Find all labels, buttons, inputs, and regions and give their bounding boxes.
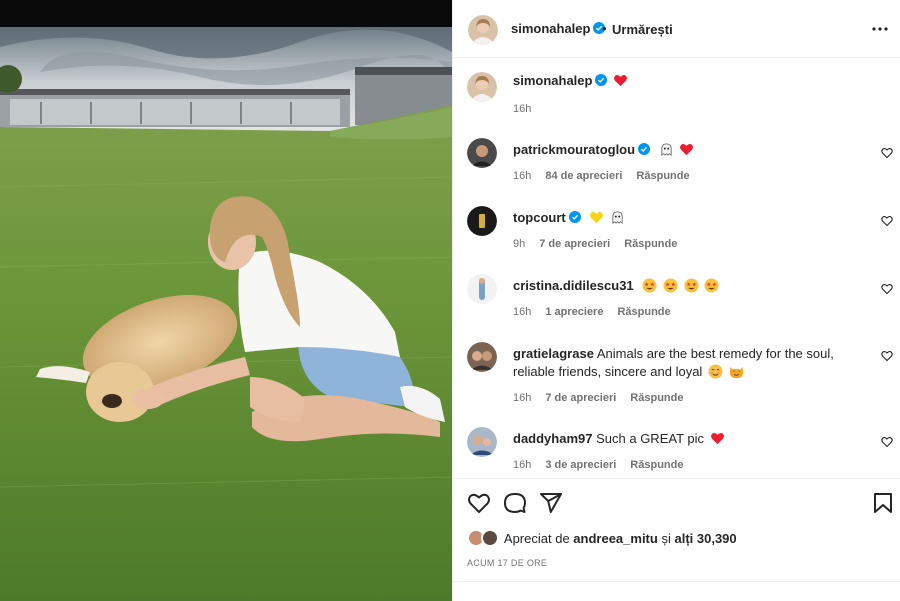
separator-dot: • [602,21,607,36]
comments-panel: simonahalep • Urmărești simonahalep 16h [452,0,900,601]
smiling-face-emoji-icon [708,364,723,379]
comment-item: gratielagrase Animals are the best remed… [453,342,900,410]
reply-button[interactable]: Răspunde [617,306,670,318]
comment-likes[interactable]: 84 de aprecieri [545,170,622,182]
comment-username[interactable]: daddyham97 [513,431,592,446]
reply-button[interactable]: Răspunde [624,238,677,250]
share-icon[interactable] [539,491,563,515]
comment-line: patrickmouratoglou [513,141,873,159]
commenter-avatar[interactable] [467,342,497,372]
comment-username[interactable]: patrickmouratoglou [513,142,635,157]
comment-meta: 16h 84 de aprecieri Răspunde [513,170,704,182]
caption-time: 16h [513,103,532,115]
comment-item: patrickmouratoglou 16h 84 de aprecieri Răs… [453,138,900,188]
reply-button[interactable]: Răspunde [630,459,683,471]
comment-username[interactable]: cristina.didilescu31 [513,278,634,293]
caption-meta: 16h [513,103,545,115]
photo-image [0,27,452,601]
star-eyes-emoji-icon [663,278,678,293]
comment-icon[interactable] [503,491,527,515]
author-username[interactable]: simonahalep [511,21,606,36]
comment-text: Such a GREAT pic [596,431,705,446]
comment-item: daddyham97 Such a GREAT pic 16h 3 de apre… [453,427,900,477]
star-eyes-emoji-icon [704,278,719,293]
caption-line: simonahalep [513,72,873,90]
star-eyes-emoji-icon [684,278,699,293]
verified-badge-icon [568,211,581,223]
reply-button[interactable]: Răspunde [630,392,683,404]
comment-meta: 9h 7 de aprecieri Răspunde [513,238,691,250]
comment-likes[interactable]: 7 de aprecieri [545,392,616,404]
likes-others-count[interactable]: alți 30,390 [674,531,736,546]
comment-meta: 16h 1 apreciere Răspunde [513,306,685,318]
post-photo[interactable] [0,27,452,601]
reply-button[interactable]: Răspunde [636,170,689,182]
verified-badge-icon [638,143,651,155]
comment-item: cristina.didilescu31 16h 1 apreciere Răspu… [453,274,900,324]
yellow-heart-emoji-icon [590,211,604,224]
red-heart-emoji-icon [710,432,724,445]
top-bar [0,0,452,27]
ghost-emoji-icon [661,143,672,156]
author-avatar[interactable] [468,15,498,45]
like-icon[interactable] [467,491,491,515]
comment-line: gratielagrase Animals are the best remed… [513,345,873,381]
cat-heart-eyes-emoji-icon [729,366,743,379]
comment-likes[interactable]: 1 apreciere [545,306,603,318]
action-bar: Apreciat de andreea_mitu și alți 30,390 … [453,478,900,601]
more-icon[interactable] [871,20,889,38]
comment-item: topcourt 9h 7 de aprecieri Răspunde [453,206,900,256]
commenter-avatar[interactable] [467,138,497,168]
heart-outline-icon[interactable] [881,283,893,295]
comment-line: cristina.didilescu31 [513,277,873,295]
heart-outline-icon[interactable] [881,436,893,448]
commenter-avatar[interactable] [467,427,497,457]
comment-time: 16h [513,392,532,404]
author-username-text[interactable]: simonahalep [511,21,590,36]
likes-prefix: Apreciat de [503,531,570,546]
comment-likes[interactable]: 3 de aprecieri [545,459,616,471]
heart-outline-icon[interactable] [881,350,893,362]
caption-username[interactable]: simonahalep [513,73,592,88]
comment-meta: 16h 3 de aprecieri Răspunde [513,459,697,471]
post-timestamp[interactable]: ACUM 17 DE ORE [467,558,547,568]
comment-time: 9h [513,238,526,250]
star-eyes-emoji-icon [642,278,657,293]
comment-username[interactable]: gratielagrase [513,346,594,361]
bookmark-icon[interactable] [871,491,895,515]
red-heart-emoji-icon [680,143,694,156]
likes-conjunction: și [661,531,671,546]
comment-likes[interactable]: 7 de aprecieri [539,238,610,250]
liker-username[interactable]: andreea_mitu [573,531,658,546]
instagram-post-modal: simonahalep • Urmărești simonahalep 16h [0,0,900,601]
heart-outline-icon[interactable] [881,215,893,227]
comment-username[interactable]: topcourt [513,210,566,225]
comment-time: 16h [513,306,532,318]
liker-avatar [481,529,499,547]
ghost-emoji-icon [612,211,623,224]
comment-time: 16h [513,459,532,471]
comment-time: 16h [513,170,532,182]
red-heart-emoji-icon [614,74,628,87]
author-avatar[interactable] [467,72,497,102]
verified-badge-icon [595,74,608,86]
comment-meta: 16h 7 de aprecieri Răspunde [513,392,697,404]
likers-avatars [467,529,501,547]
caption: simonahalep 16h [453,72,900,122]
commenter-avatar[interactable] [467,274,497,304]
commenter-avatar[interactable] [467,206,497,236]
add-comment-area[interactable] [453,581,900,601]
comment-line: topcourt [513,209,873,227]
post-header: simonahalep • Urmărești [453,0,900,58]
comment-line: daddyham97 Such a GREAT pic [513,430,873,448]
likes-summary: Apreciat de andreea_mitu și alți 30,390 [467,529,737,547]
heart-outline-icon[interactable] [881,147,893,159]
following-button[interactable]: Urmărești [612,22,673,37]
